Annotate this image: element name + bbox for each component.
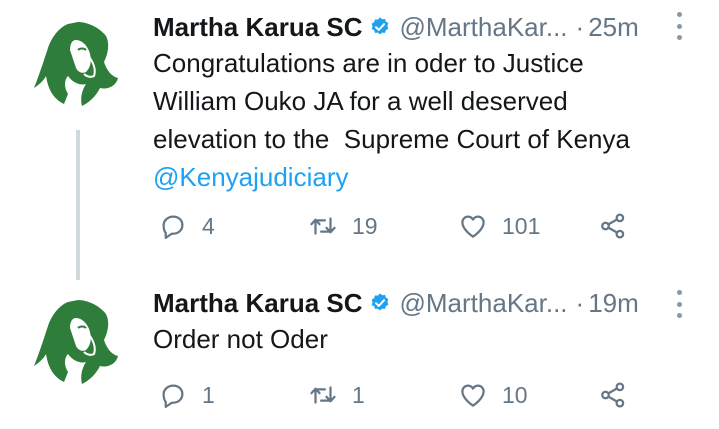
tweet-text-line: Order not Oder xyxy=(153,324,328,354)
retweet-count: 19 xyxy=(352,212,378,239)
tweet-text-line: William Ouko JA for a well deserved xyxy=(153,86,568,116)
avatar-portrait-image xyxy=(34,22,118,106)
reply-count: 4 xyxy=(202,212,215,239)
tweet-text-line: elevation to the Supreme Court of Kenya xyxy=(153,124,630,154)
tweet-header: Martha Karua SC @MarthaKar... · 19m xyxy=(153,286,719,320)
separator: · xyxy=(575,287,585,318)
separator: · xyxy=(575,11,585,42)
tweet-text: Order not Oder xyxy=(153,320,673,358)
tweet-actions: 4 19 101 xyxy=(158,209,628,243)
mention-link[interactable]: @Kenyajudiciary xyxy=(153,158,673,196)
avatar-portrait-image xyxy=(34,300,118,384)
retweet-button[interactable]: 1 xyxy=(308,380,458,410)
tweet-text-line: Congratulations are in oder to Justice xyxy=(153,48,584,78)
more-options-icon[interactable] xyxy=(675,290,683,318)
share-button[interactable] xyxy=(598,211,628,241)
author-handle[interactable]: @MarthaKar... xyxy=(400,288,568,319)
retweet-count: 1 xyxy=(352,381,365,408)
avatar[interactable] xyxy=(30,296,122,388)
verified-badge-icon xyxy=(369,292,391,314)
like-icon xyxy=(461,384,485,407)
reply-icon xyxy=(162,215,184,239)
like-button[interactable]: 101 xyxy=(458,211,598,241)
share-icon xyxy=(601,382,625,408)
share-icon xyxy=(601,213,625,239)
like-button[interactable]: 10 xyxy=(458,380,598,410)
tweet-header: Martha Karua SC @MarthaKar... · 25m xyxy=(153,10,719,44)
reply-button[interactable]: 1 xyxy=(158,380,308,410)
retweet-icon xyxy=(310,386,336,404)
timestamp[interactable]: 25m xyxy=(588,12,639,43)
tweet[interactable]: Martha Karua SC @MarthaKar... · 25m Cong… xyxy=(0,0,719,280)
thread-line xyxy=(76,130,80,280)
tweet-text: Congratulations are in oder to Justice W… xyxy=(153,44,673,196)
reply-button[interactable]: 4 xyxy=(158,211,308,241)
reply-icon xyxy=(162,384,184,408)
tweet[interactable]: Martha Karua SC @MarthaKar... · 19m Orde… xyxy=(0,280,719,429)
timestamp[interactable]: 19m xyxy=(588,288,639,319)
retweet-button[interactable]: 19 xyxy=(308,211,458,241)
like-count: 10 xyxy=(502,381,528,408)
more-options-icon[interactable] xyxy=(675,12,683,40)
author-name[interactable]: Martha Karua SC xyxy=(153,12,363,43)
reply-count: 1 xyxy=(202,381,215,408)
tweet-actions: 1 1 10 xyxy=(158,378,628,412)
author-name[interactable]: Martha Karua SC xyxy=(153,288,363,319)
retweet-icon xyxy=(310,217,336,235)
like-count: 101 xyxy=(502,212,541,239)
share-button[interactable] xyxy=(598,380,628,410)
like-icon xyxy=(461,215,485,238)
author-handle[interactable]: @MarthaKar... xyxy=(400,12,568,43)
avatar[interactable] xyxy=(30,18,122,110)
verified-badge-icon xyxy=(369,16,391,38)
